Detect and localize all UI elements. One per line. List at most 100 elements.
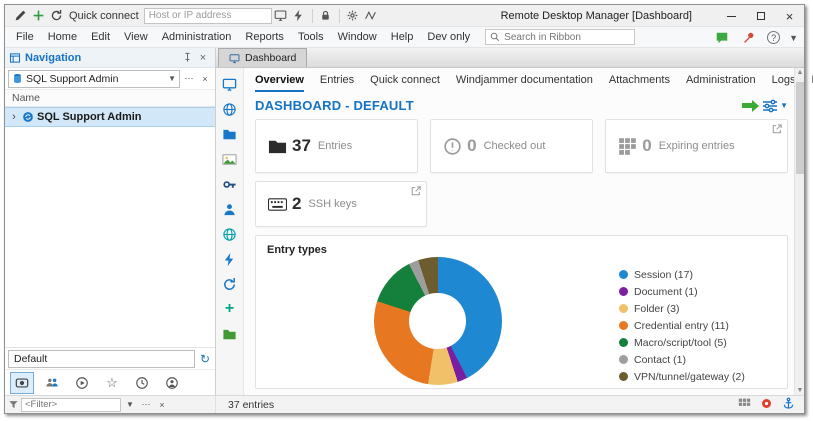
menu-help[interactable]: Help (384, 27, 421, 47)
tab-administration[interactable]: Administration (686, 74, 756, 92)
refresh-view-icon[interactable]: ↻ (198, 351, 212, 367)
images-icon[interactable] (222, 151, 238, 167)
minimize-button[interactable] (717, 5, 746, 27)
menu-administration[interactable]: Administration (155, 27, 239, 47)
expiring-entries-icon (618, 137, 642, 156)
ribbon-search-input[interactable] (504, 31, 615, 43)
legend-label: Macro/script/tool (5) (634, 336, 727, 349)
add-icon[interactable]: + (222, 301, 238, 317)
vertical-scrollbar[interactable]: ▲ ▼ (794, 68, 804, 395)
tab-logs[interactable]: Logs (772, 74, 796, 92)
card-checked-out[interactable]: 0 Checked out (430, 119, 594, 173)
chevron-down-icon[interactable]: ▼ (789, 33, 798, 43)
pin-panel-icon[interactable] (179, 50, 195, 66)
tab-favorites[interactable]: ☆ (100, 372, 124, 394)
menu-edit[interactable]: Edit (84, 27, 117, 47)
tab-contacts[interactable] (40, 372, 64, 394)
expander-icon[interactable]: › (9, 111, 19, 123)
vault-selector[interactable]: SQL Support Admin ▼ (8, 69, 180, 88)
tab-attachments[interactable]: Attachments (609, 74, 670, 92)
legend-item: Macro/script/tool (5) (619, 334, 787, 351)
menu-home[interactable]: Home (41, 27, 84, 47)
legend-item: Contact (1) (619, 351, 787, 368)
help-icon[interactable]: ? (767, 31, 781, 44)
chevron-down-icon[interactable]: ▼ (168, 74, 176, 83)
web-icon[interactable] (222, 101, 238, 117)
tab-entries[interactable]: Entries (320, 74, 354, 92)
card-ssh-keys[interactable]: 2 SSH keys (255, 181, 427, 227)
tab-overview[interactable]: Overview (255, 74, 304, 92)
card-entries[interactable]: 37 Entries (255, 119, 419, 173)
legend-label: Document (1) (634, 285, 698, 298)
open-link-icon[interactable] (411, 186, 421, 196)
contact-icon[interactable] (222, 201, 238, 217)
menu-dev-only[interactable]: Dev only (420, 27, 477, 47)
tree-item-label: SQL Support Admin (37, 111, 142, 123)
legend-item: VPN/tunnel/gateway (2) (619, 368, 787, 385)
vpn-icon[interactable] (222, 226, 238, 242)
tab-windjammer-documentation[interactable]: Windjammer documentation (456, 74, 593, 92)
quick-action-icon[interactable] (290, 7, 308, 25)
legend-item: Document (1) (619, 283, 787, 300)
notification-icon[interactable] (760, 397, 773, 413)
settings-icon[interactable] (344, 7, 362, 25)
quick-connect-input[interactable] (143, 7, 272, 24)
rdp-session-icon[interactable] (222, 76, 238, 92)
vault-browse-icon[interactable]: ⋯ (182, 71, 196, 87)
statusbar-right-icons (738, 397, 804, 413)
credentials-key-icon[interactable] (222, 176, 238, 192)
chevron-down-icon[interactable]: ▼ (123, 397, 137, 413)
scroll-up-icon[interactable]: ▲ (795, 69, 805, 76)
menu-view[interactable]: View (117, 27, 155, 47)
tab-recent[interactable] (130, 372, 154, 394)
ribbon-search[interactable] (485, 29, 636, 45)
macro-icon[interactable] (362, 7, 380, 25)
open-link-icon[interactable] (772, 124, 782, 134)
entry-types-title: Entry types (267, 244, 327, 256)
tab-play-list[interactable] (70, 372, 94, 394)
tree-item-selected[interactable]: › SQL Support Admin (5, 107, 215, 127)
close-button[interactable]: × (775, 5, 804, 27)
menu-tools[interactable]: Tools (291, 27, 331, 47)
dashboard-tab-icon (229, 53, 240, 63)
tab-dashboard[interactable]: Dashboard (218, 48, 308, 67)
dashboard-options-icon[interactable] (762, 98, 778, 114)
maximize-button[interactable] (746, 5, 775, 27)
tree-column-header[interactable]: Name (5, 90, 215, 107)
add-entry-icon[interactable] (29, 7, 47, 25)
chat-icon[interactable] (713, 29, 731, 47)
scroll-down-icon[interactable]: ▼ (795, 387, 805, 394)
connect-icon[interactable] (272, 7, 290, 25)
folder-icon[interactable] (222, 126, 238, 142)
legend-label: Session (17) (634, 268, 693, 281)
keyboard-status-icon[interactable] (738, 397, 751, 413)
anchor-icon[interactable] (782, 397, 795, 413)
menu-file[interactable]: File (9, 27, 41, 47)
filter-clear-icon[interactable]: × (155, 397, 169, 413)
legend-swatch (619, 304, 628, 313)
new-folder-icon[interactable] (222, 326, 238, 342)
close-panel-icon[interactable]: × (195, 50, 211, 66)
view-selector[interactable]: Default (8, 349, 195, 368)
card-expiring-entries[interactable]: 0 Expiring entries (605, 119, 789, 173)
menu-window[interactable]: Window (331, 27, 384, 47)
tab-sessions[interactable] (10, 371, 34, 394)
filter-input[interactable] (21, 397, 121, 412)
refresh-icon[interactable] (47, 7, 65, 25)
edit-icon[interactable] (11, 7, 29, 25)
chevron-down-icon[interactable]: ▼ (780, 101, 788, 110)
pin-icon[interactable] (740, 29, 758, 47)
sync-icon[interactable] (222, 276, 238, 292)
vault-clear-icon[interactable]: × (198, 71, 212, 87)
keyboard-icon (268, 195, 292, 214)
menu-reports[interactable]: Reports (238, 27, 291, 47)
expiring-label: Expiring entries (658, 140, 735, 152)
annotation-arrow (742, 99, 760, 112)
tab-my-account[interactable] (160, 372, 184, 394)
lock-icon[interactable] (317, 7, 335, 25)
macro-tool-icon[interactable] (222, 251, 238, 267)
legend-item: Credential entry (11) (619, 317, 787, 334)
filter-options-icon[interactable]: ⋯ (139, 397, 153, 413)
scrollbar-thumb[interactable] (796, 82, 804, 174)
tab-quick-connect[interactable]: Quick connect (370, 74, 440, 92)
